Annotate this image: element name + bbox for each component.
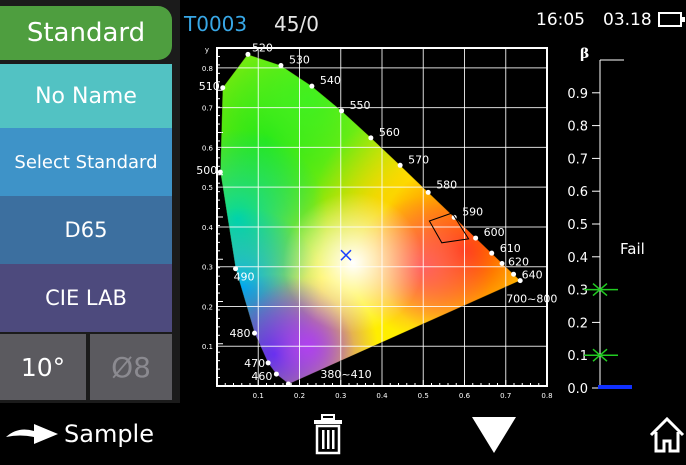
arrow-right-icon	[6, 424, 58, 444]
beta-tick-label: 0.0	[567, 382, 588, 397]
bottom-toolbar: Sample	[0, 403, 686, 465]
wavelength-dot	[273, 371, 279, 377]
beta-tick-label: 0.4	[567, 251, 588, 266]
wavelength-label: 550	[350, 99, 371, 112]
wavelength-dot	[425, 189, 431, 195]
sample-button[interactable]: Sample	[4, 413, 154, 455]
battery-icon	[658, 12, 685, 27]
wavelength-dot	[220, 85, 226, 91]
y-tick-label: 0.1	[202, 343, 213, 351]
record-id: T0003	[184, 12, 248, 36]
wavelength-dot	[489, 250, 495, 256]
beta-tick-label: 0.9	[567, 87, 588, 102]
wavelength-dot	[265, 360, 271, 366]
y-tick-label: 0.2	[202, 303, 213, 311]
x-tick-label: 0.4	[376, 392, 388, 400]
beta-tick-label: 0.5	[567, 218, 588, 233]
wavelength-label: 540	[320, 74, 341, 87]
wavelength-dot	[278, 62, 284, 68]
beta-current-bar	[598, 385, 632, 389]
x-tick-label: 0.3	[335, 392, 346, 400]
wavelength-label: 600	[484, 226, 505, 239]
verdict-text: Fail	[620, 240, 645, 258]
home-icon[interactable]	[648, 415, 686, 455]
wavelength-label: 490	[234, 271, 255, 284]
wavelength-label: 530	[289, 53, 310, 66]
wavelength-label: 580	[436, 178, 457, 191]
x-tick-label: 0.7	[500, 392, 511, 400]
wavelength-dot	[252, 330, 258, 336]
wavelength-label: 610	[500, 242, 521, 255]
observer-angle-button[interactable]: 10°	[0, 334, 86, 400]
x-tick-label: 0.8	[541, 392, 552, 400]
wavelength-label: 510	[199, 80, 220, 93]
color-space-button[interactable]: CIE LAB	[0, 264, 172, 332]
measurement-geometry: 45/0	[274, 12, 319, 36]
trash-icon[interactable]	[310, 413, 346, 455]
x-tick-label: 0.1	[253, 392, 264, 400]
wavelength-dot	[511, 271, 517, 277]
wavelength-label: 500	[196, 164, 217, 177]
wavelength-dot	[473, 235, 479, 241]
beta-label: β	[580, 46, 589, 62]
beta-tick-label: 0.3	[567, 284, 588, 299]
white-point-glow	[283, 192, 424, 333]
beta-tick-label: 0.6	[567, 185, 588, 200]
x-tick-label: 0.5	[418, 392, 429, 400]
y-tick-label: 0.4	[202, 224, 214, 232]
y-tick-label: 0.5	[202, 184, 213, 192]
wavelength-label: 480	[230, 327, 251, 340]
sample-label: Sample	[64, 420, 154, 448]
wavelength-label: 470	[244, 357, 265, 370]
beta-tick-label: 0.2	[567, 316, 588, 331]
wavelength-label: 520	[252, 42, 273, 54]
wavelength-dot	[368, 135, 374, 141]
select-standard-button[interactable]: Select Standard	[0, 128, 172, 196]
y-axis-label: y	[205, 46, 209, 54]
wavelength-dot	[397, 162, 403, 168]
standard-name-button[interactable]: No Name	[0, 64, 172, 128]
wavelength-dot	[517, 278, 523, 284]
y-tick-label: 0.7	[202, 105, 213, 113]
beta-tick-label: 0.1	[567, 349, 588, 364]
wavelength-dot	[285, 381, 291, 387]
wavelength-label: 570	[408, 153, 429, 166]
y-tick-label: 0.6	[202, 144, 214, 152]
wavelength-label: 460	[251, 370, 272, 383]
x-tick-label: 0.2	[294, 392, 305, 400]
wavelength-label: 560	[379, 126, 400, 139]
wavelength-label: 700~800	[506, 293, 557, 306]
illuminant-button[interactable]: D65	[0, 196, 172, 264]
status-bar: T0003 45/0 16:05 03.18	[180, 0, 686, 42]
wavelength-dot	[217, 169, 223, 175]
chromaticity-diagram: 0.1 0.2 0.3 0.4 0.5 0.6 0.7 0.8 0.1 0.2 0.3 0.4 0.5 0…	[196, 42, 645, 400]
clock-time: 16:05	[536, 10, 585, 30]
y-tick-label: 0.3	[202, 264, 213, 272]
wavelength-label: 640	[522, 268, 543, 281]
wavelength-dot	[499, 261, 505, 267]
left-panel: Standard No Name Select Standard D65 CIE…	[0, 0, 180, 403]
beta-tick-label: 0.8	[567, 120, 588, 135]
wavelength-dot	[245, 51, 251, 57]
wavelength-dot	[339, 108, 345, 114]
wavelength-dot	[309, 83, 315, 89]
y-tick-label: 0.8	[202, 65, 213, 73]
triangle-down-icon[interactable]	[470, 415, 518, 455]
wavelength-label: 620	[508, 256, 529, 269]
aperture-button[interactable]: Ø8	[90, 334, 172, 400]
wavelength-label: 590	[462, 205, 483, 218]
standard-tab[interactable]: Standard	[0, 6, 172, 60]
wavelength-label: 380~410	[320, 368, 371, 381]
x-tick-label: 0.6	[459, 392, 471, 400]
clock-date: 03.18	[603, 10, 652, 30]
beta-tick-label: 0.7	[567, 152, 588, 167]
